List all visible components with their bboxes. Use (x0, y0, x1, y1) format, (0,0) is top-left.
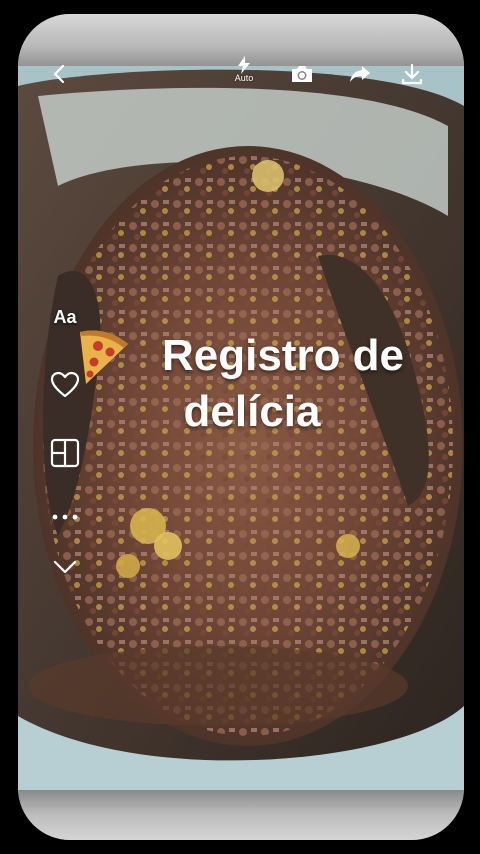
share-button[interactable] (342, 56, 378, 92)
story-editor-screen: Auto Aa Registro de delícia (0, 0, 480, 854)
collapse-tools-button[interactable] (46, 548, 84, 586)
chevron-down-icon (53, 560, 77, 574)
more-dots-icon (52, 514, 78, 520)
caption-line-2: delícia (183, 387, 321, 436)
camera-button[interactable] (284, 56, 320, 92)
share-arrow-icon (350, 66, 370, 82)
caption-line-1: Registro de (161, 331, 405, 380)
flash-icon (238, 56, 250, 74)
layout-grid-icon (50, 438, 80, 468)
text-tool-label: Aa (53, 306, 77, 327)
camera-icon (292, 66, 312, 82)
flash-mode-label: Auto (234, 73, 254, 83)
back-arrow-icon (53, 64, 65, 84)
download-icon (401, 63, 423, 85)
top-toolbar: Auto (0, 56, 480, 96)
download-button[interactable] (394, 56, 430, 92)
back-button[interactable] (42, 56, 78, 92)
story-caption[interactable]: Registro de delícia (72, 328, 432, 440)
blurred-bottom-band (18, 790, 464, 840)
flash-button[interactable]: Auto (226, 56, 262, 92)
more-options-button[interactable] (46, 498, 84, 536)
